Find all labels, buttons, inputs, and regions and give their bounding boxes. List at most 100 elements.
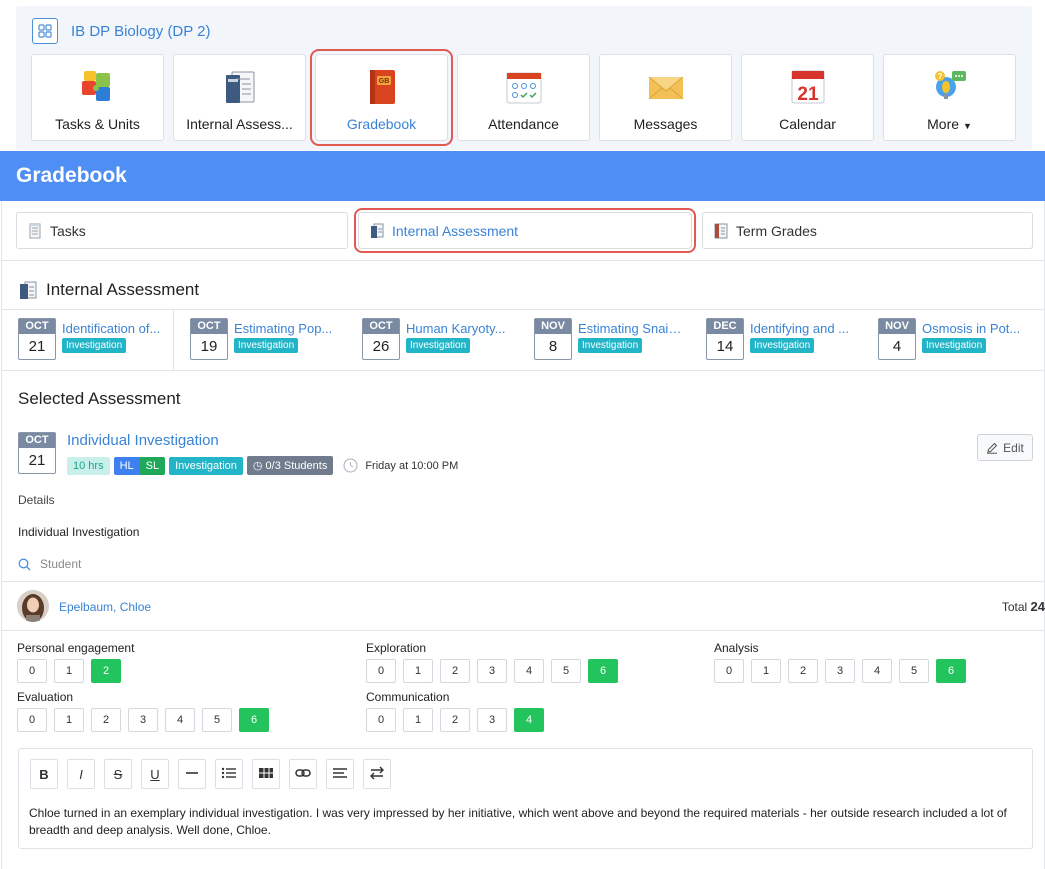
date-badge: OCT 21 <box>18 432 56 474</box>
horizontal-rule-button[interactable] <box>178 759 206 789</box>
assessment-title[interactable]: Estimating Snail... <box>578 321 682 336</box>
score-option[interactable]: 2 <box>91 659 121 683</box>
course-title[interactable]: IB DP Biology (DP 2) <box>71 23 211 40</box>
assessment-card[interactable]: OCT 19 Estimating Pop... Investigation <box>174 310 346 370</box>
app-tile-more[interactable]: ? More ▼ <box>883 54 1016 141</box>
link-icon <box>295 766 311 783</box>
gradebook-bar: Gradebook <box>0 151 1045 201</box>
due-date: Friday at 10:00 PM <box>343 458 458 473</box>
criterion-communication: Communication 01234 <box>366 690 551 732</box>
score-option[interactable]: 0 <box>17 708 47 732</box>
score-option[interactable]: 3 <box>128 708 158 732</box>
score-option[interactable]: 5 <box>202 708 232 732</box>
comment-text[interactable]: Chloe turned in an exemplary individual … <box>29 805 1019 839</box>
student-name[interactable]: Epelbaum, Chloe <box>59 600 151 614</box>
score-option[interactable]: 4 <box>514 708 544 732</box>
score-option[interactable]: 6 <box>239 708 269 732</box>
divider <box>2 630 1045 631</box>
more-icon: ? <box>930 67 970 107</box>
table-button[interactable] <box>252 759 280 789</box>
strikethrough-button[interactable]: S <box>104 759 132 789</box>
table-icon <box>258 766 274 783</box>
date-month: DEC <box>707 319 743 334</box>
total-score: Total 24 <box>1002 599 1045 614</box>
date-badge: DEC 14 <box>706 318 744 360</box>
tab-label: Internal Assessment <box>392 222 519 239</box>
total-label: Total <box>1001 600 1028 614</box>
assessment-title[interactable]: Human Karyoty... <box>406 321 510 336</box>
app-tile-tasks-units[interactable]: Tasks & Units <box>31 54 164 141</box>
underline-button[interactable]: U <box>141 759 169 789</box>
score-option[interactable]: 6 <box>588 659 618 683</box>
search-icon <box>18 558 31 571</box>
align-button[interactable] <box>326 759 354 789</box>
app-tile-messages[interactable]: Messages <box>599 54 732 141</box>
assessment-card[interactable]: DEC 14 Identifying and ... Investigation <box>690 310 862 370</box>
selected-title[interactable]: Individual Investigation <box>67 432 219 449</box>
tab-internal-assessment[interactable]: Internal Assessment <box>354 208 696 253</box>
score-option[interactable]: 4 <box>862 659 892 683</box>
svg-text:?: ? <box>937 72 942 81</box>
details-text: Individual Investigation <box>18 525 140 539</box>
assessment-strip: OCT 21 Identification of... Investigation… <box>2 310 1045 370</box>
assessment-card[interactable]: NOV 8 Estimating Snail... Investigation <box>518 310 690 370</box>
app-tile-calendar[interactable]: 21 Calendar <box>741 54 874 141</box>
edit-button[interactable]: Edit <box>977 434 1033 461</box>
assessment-card[interactable]: NOV 4 Osmosis in Pot... Investigation <box>862 310 1034 370</box>
score-option[interactable]: 1 <box>403 708 433 732</box>
score-option[interactable]: 0 <box>366 708 396 732</box>
score-option[interactable]: 1 <box>54 708 84 732</box>
assessment-tag: Investigation <box>406 338 471 353</box>
score-option[interactable]: 4 <box>165 708 195 732</box>
criterion-name: Analysis <box>714 641 759 655</box>
score-option[interactable]: 0 <box>714 659 744 683</box>
assessment-tag: Investigation <box>750 338 815 353</box>
app-tile-internal-assessment[interactable]: Internal Assess... <box>173 54 306 141</box>
score-option[interactable]: 0 <box>17 659 47 683</box>
clock-icon <box>343 458 358 473</box>
assessment-title[interactable]: Identifying and ... <box>750 321 854 336</box>
score-option[interactable]: 3 <box>477 659 507 683</box>
details-label: Details <box>18 493 55 507</box>
student-search-input[interactable] <box>40 557 240 571</box>
report-icon <box>220 67 260 107</box>
envelope-icon <box>646 67 686 107</box>
bullet-list-button[interactable] <box>215 759 243 789</box>
score-option[interactable]: 5 <box>551 659 581 683</box>
assessment-title[interactable]: Estimating Pop... <box>234 321 338 336</box>
score-option[interactable]: 2 <box>440 708 470 732</box>
tab-term-grades[interactable]: Term Grades <box>702 212 1033 249</box>
horizontal-rule-icon <box>185 766 199 783</box>
score-option[interactable]: 2 <box>440 659 470 683</box>
italic-button[interactable]: I <box>67 759 95 789</box>
score-option[interactable]: 0 <box>366 659 396 683</box>
app-tile-attendance[interactable]: Attendance <box>457 54 590 141</box>
app-tile-gradebook[interactable]: GB Gradebook <box>310 49 453 146</box>
caret-down-icon: ▼ <box>962 121 972 131</box>
bullet-list-icon <box>221 766 237 783</box>
score-option[interactable]: 3 <box>477 708 507 732</box>
bold-button[interactable]: B <box>30 759 58 789</box>
direction-button[interactable] <box>363 759 391 789</box>
assessment-title[interactable]: Identification of... <box>62 321 166 336</box>
puzzle-icon <box>78 67 118 107</box>
score-option[interactable]: 1 <box>403 659 433 683</box>
student-row: Epelbaum, Chloe Total 24 <box>2 582 1045 630</box>
score-options: 01234 <box>366 708 551 732</box>
assessment-card[interactable]: OCT 26 Human Karyoty... Investigation <box>346 310 518 370</box>
score-option[interactable]: 4 <box>514 659 544 683</box>
score-option[interactable]: 2 <box>91 708 121 732</box>
link-button[interactable] <box>289 759 317 789</box>
date-month: OCT <box>363 319 399 334</box>
score-option[interactable]: 1 <box>751 659 781 683</box>
score-option[interactable]: 5 <box>899 659 929 683</box>
tab-tasks[interactable]: Tasks <box>16 212 348 249</box>
score-option[interactable]: 6 <box>936 659 966 683</box>
course-title-row[interactable]: IB DP Biology (DP 2) <box>32 18 211 44</box>
score-option[interactable]: 1 <box>54 659 84 683</box>
assessment-card[interactable]: OCT 21 Identification of... Investigation <box>2 310 174 370</box>
score-option[interactable]: 2 <box>788 659 818 683</box>
score-option[interactable]: 3 <box>825 659 855 683</box>
assessment-title[interactable]: Osmosis in Pot... <box>922 321 1026 336</box>
date-day: 19 <box>200 338 218 355</box>
